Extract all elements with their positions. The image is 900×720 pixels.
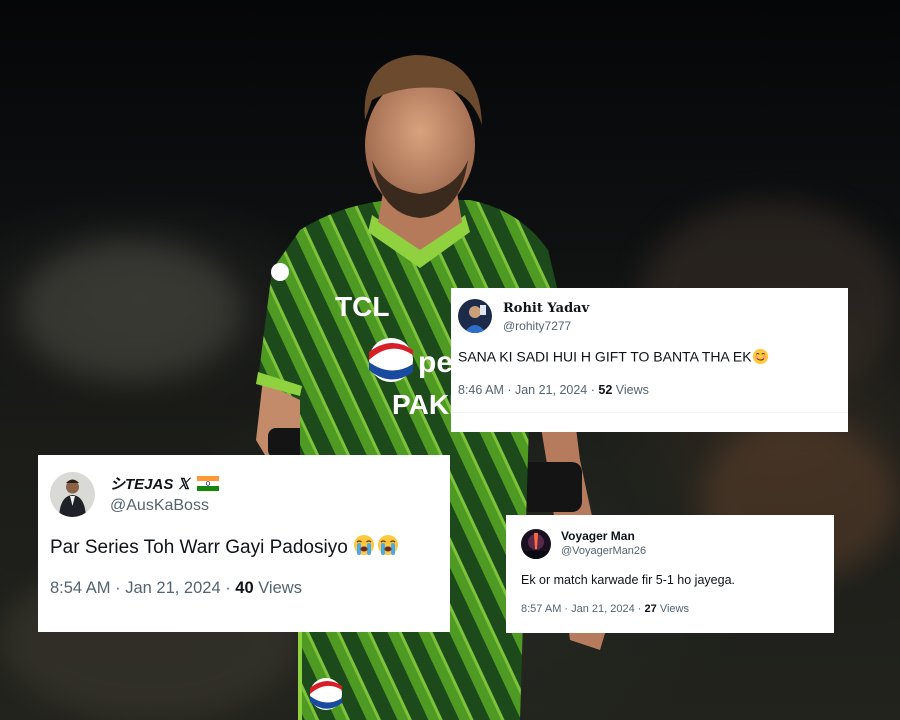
timestamp[interactable]: 8:46 AM · Jan 21, 2024 · [458, 383, 598, 397]
timestamp[interactable]: 8:54 AM · Jan 21, 2024 · [50, 579, 235, 597]
tweet-text: Par Series Toh Warr Gayi Padosiyo [50, 534, 399, 562]
tweet-text-content: SANA KI SADI HUI H GIFT TO BANTA THA EK [458, 348, 752, 365]
avatar[interactable] [458, 299, 492, 333]
tweet-card-voyager[interactable]: Voyager Man @VoyagerMan26 Ek or match ka… [506, 515, 834, 633]
india-flag-icon [196, 475, 219, 495]
display-name[interactable]: シTEJAS 𝕏 [110, 473, 219, 495]
views-label: Views [253, 579, 302, 597]
tweet-meta: 8:54 AM · Jan 21, 2024 · 40 Views [50, 579, 302, 598]
user-handle[interactable]: @VoyagerMan26 [561, 545, 646, 557]
divider [451, 412, 848, 413]
tweet-meta: 8:46 AM · Jan 21, 2024 · 52 Views [458, 383, 649, 397]
smiling-face-icon [752, 348, 769, 368]
avatar[interactable] [521, 529, 551, 559]
display-name[interactable]: Rohit Yadav [503, 301, 589, 316]
display-name-text: シTEJAS 𝕏 [110, 476, 190, 493]
user-handle[interactable]: @rohity7277 [503, 319, 571, 333]
view-count: 40 [235, 579, 254, 597]
views-label: Views [656, 603, 689, 615]
jersey-sponsor-tcl: TCL [335, 291, 389, 322]
timestamp[interactable]: 8:57 AM · Jan 21, 2024 · [521, 603, 645, 615]
views-label: Views [612, 383, 649, 397]
user-handle[interactable]: @AusKaBoss [110, 497, 209, 515]
avatar[interactable] [50, 472, 95, 517]
tweet-text: SANA KI SADI HUI H GIFT TO BANTA THA EK [458, 348, 769, 368]
tweet-card-rohit[interactable]: Rohit Yadav @rohity7277 SANA KI SADI HUI… [451, 288, 848, 432]
view-count: 52 [598, 383, 613, 397]
tweet-card-tejas[interactable]: シTEJAS 𝕏 @AusKaBoss Par Series Toh Warr … [38, 455, 450, 632]
tweet-text: Ek or match karwade fir 5-1 ho jayega. [521, 573, 735, 587]
display-name[interactable]: Voyager Man [561, 529, 635, 543]
crying-face-icon [353, 534, 375, 562]
crying-face-icon [377, 534, 399, 562]
tweet-meta: 8:57 AM · Jan 21, 2024 · 27 Views [521, 603, 689, 615]
view-count: 27 [644, 603, 657, 615]
tweet-text-content: Par Series Toh Warr Gayi Padosiyo [50, 537, 354, 559]
jersey-brand-text: pe [418, 346, 453, 379]
